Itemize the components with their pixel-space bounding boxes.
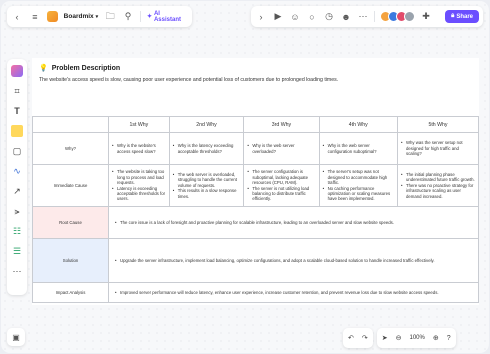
problem-description: The website's access speed is slow, caus… [39,77,339,83]
redo-icon[interactable]: ↷ [362,334,368,342]
minimap-button[interactable]: ▣ [7,328,25,346]
zoom-in-icon[interactable]: ⊕ [433,334,439,342]
header-row: 1st Why 2nd Why 3rd Why 4th Why 5th Why [32,116,480,133]
folder-icon[interactable]: 🗀 [104,11,116,23]
header-cell: 5th Why [396,116,480,133]
why-cell[interactable]: Why is the web server overloaded? [243,132,320,165]
row-label: Solution [32,238,109,283]
root-cause-cell[interactable]: The core issue is a lack of foresight an… [108,206,479,239]
main-toolbar: ‹ ≡ Boardmix ▾ 🗀 ⚲ ✦ AI Assistant [7,6,192,27]
lightbulb-icon: 💡 [39,65,48,72]
expand-icon[interactable]: › [255,11,267,23]
header-cell: 3rd Why [243,116,320,133]
pen-icon[interactable]: ∿ [11,165,23,177]
left-toolbar: ⌗ T ▢ ∿ ↗ ⪫ ☷ ☰ ⋯ [7,59,27,295]
five-whys-board[interactable]: 💡 Problem Description The website's acce… [32,58,480,305]
avatar[interactable] [404,11,415,22]
solution-row: Solution Upgrade the server infrastructu… [32,238,479,283]
impact-row: Impact Analysis Improved server performa… [32,282,479,303]
root-cause-row: Root Cause The core issue is a lack of f… [32,206,479,239]
emoji-icon[interactable]: ☻ [340,11,352,23]
comment-icon[interactable]: ○ [306,11,318,23]
impact-cell[interactable]: Improved server performance will reduce … [108,282,479,303]
cause-cell[interactable]: The website is taking too long to proces… [108,164,170,207]
menu-icon[interactable]: ≡ [29,11,41,23]
frame-icon[interactable]: ⌗ [11,85,23,97]
back-icon[interactable]: ‹ [11,11,23,23]
collab-toolbar: › ▶ ☺ ○ ◷ ☻ ⋯ ✚ 🔒︎ Share [251,6,483,27]
why-cell[interactable]: Why is the latency exceeding acceptable … [168,132,245,165]
five-whys-table: 1st Why 2nd Why 3rd Why 4th Why 5th Why … [32,116,480,303]
cause-cell[interactable]: The server's setup was not designed to a… [318,164,398,207]
add-user-icon[interactable]: ✚ [420,11,432,23]
play-icon[interactable]: ▶ [272,11,284,23]
header-cell: 1st Why [108,116,170,133]
why-row: Why? Why is the website's access speed s… [32,132,480,165]
search-icon[interactable]: ⚲ [122,11,134,23]
divider [139,11,141,22]
chevron-down-icon: ▾ [95,13,99,20]
immediate-cause-row: Immediate Cause The website is taking to… [32,164,480,207]
canvas[interactable]: ‹ ≡ Boardmix ▾ 🗀 ⚲ ✦ AI Assistant › ▶ ☺ ○ … [1,1,489,353]
more-tools-icon[interactable]: ⋯ [11,265,23,277]
lock-icon: 🔒︎ [451,13,455,19]
timer-icon[interactable]: ◷ [323,11,335,23]
sparkle-icon: ✦ [146,14,152,20]
cause-cell[interactable]: The initial planning phase underestimate… [396,164,480,207]
divider [374,11,375,22]
boardmix-logo-icon [46,11,58,22]
minimap-icon: ▣ [12,332,20,342]
text-icon[interactable]: T [11,105,23,117]
connector-icon[interactable]: ↗ [11,185,23,197]
sticky-note-icon[interactable] [11,125,23,137]
header-cell: 2nd Why [168,116,245,133]
avatar-group[interactable] [380,11,415,22]
more-icon[interactable]: ⋯ [357,11,369,23]
header-cell [32,116,109,133]
zoom-controls: ➤ ⊖ 100% ⊕ ? [376,328,456,348]
row-label: Why? [32,132,109,165]
mindmap-icon[interactable]: ⪫ [11,205,23,217]
why-cell[interactable]: Why is the website's access speed slow? [108,132,170,165]
view-controls: ↶ ↷ ➤ ⊖ 100% ⊕ ? [343,328,483,348]
problem-heading: 💡 Problem Description [39,64,121,73]
row-label: Root Cause [32,206,109,239]
cursor-icon[interactable]: ➤ [382,334,388,342]
why-cell[interactable]: Why was the server setup not designed fo… [396,132,480,165]
ai-assistant-button[interactable]: ✦ AI Assistant [147,11,188,23]
chart-icon[interactable]: ☰ [11,245,23,257]
template-icon[interactable] [11,65,23,77]
share-button[interactable]: 🔒︎ Share [445,10,479,23]
board-name[interactable]: Boardmix ▾ [64,13,99,20]
why-cell[interactable]: Why is the web server configuration subo… [318,132,398,165]
reaction-icon[interactable]: ☺ [289,11,301,23]
cause-cell[interactable]: The web server is overloaded, struggling… [168,164,245,207]
undo-icon[interactable]: ↶ [348,334,354,342]
row-label: Impact Analysis [32,282,109,303]
header-cell: 4th Why [318,116,398,133]
table-icon[interactable]: ☷ [11,225,23,237]
cause-cell[interactable]: The server configuration is suboptimal, … [243,164,320,207]
shape-icon[interactable]: ▢ [11,145,23,157]
history-controls: ↶ ↷ [343,328,373,348]
zoom-out-icon[interactable]: ⊖ [396,334,402,342]
zoom-level[interactable]: 100% [410,335,425,341]
row-label: Immediate Cause [32,164,109,207]
help-icon[interactable]: ? [447,335,451,342]
solution-cell[interactable]: Upgrade the server infrastructure, imple… [108,238,479,283]
